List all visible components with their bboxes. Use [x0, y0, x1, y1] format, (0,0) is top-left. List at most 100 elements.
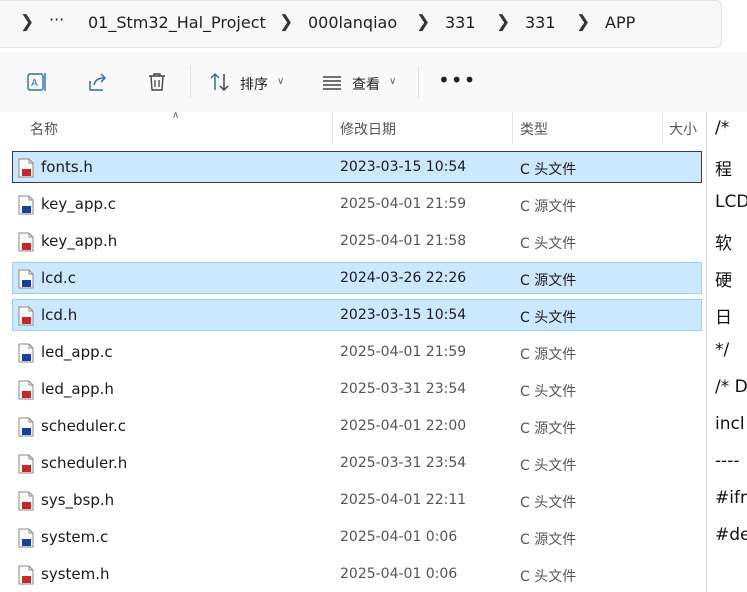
- chevron-right-icon[interactable]: ❯: [20, 12, 34, 32]
- file-row[interactable]: key_app.h 2025-04-01 21:58 C 头文件: [12, 225, 702, 257]
- c-header-file-icon: [18, 306, 34, 326]
- file-type: C 源文件: [520, 532, 577, 548]
- command-bar: A 排序 ∨ 查看 ∨ •••: [0, 52, 747, 112]
- file-name: led_app.h: [41, 380, 114, 398]
- chevron-right-icon[interactable]: ❯: [576, 12, 590, 32]
- svg-text:A: A: [31, 78, 38, 89]
- column-divider[interactable]: [662, 112, 663, 144]
- code-line: #de: [715, 525, 747, 545]
- breadcrumb-item-current[interactable]: APP: [605, 13, 635, 32]
- code-line: #ifr: [715, 488, 747, 508]
- view-icon[interactable]: [320, 70, 344, 94]
- breadcrumb-item[interactable]: 331: [525, 13, 556, 32]
- sort-button[interactable]: 排序: [240, 74, 268, 94]
- file-modified: 2025-04-01 22:11: [340, 492, 467, 508]
- file-row[interactable]: scheduler.h 2025-03-31 23:54 C 头文件: [12, 447, 702, 479]
- column-divider[interactable]: [332, 112, 333, 144]
- file-type: C 头文件: [520, 384, 577, 400]
- file-modified: 2025-03-31 23:54: [340, 381, 467, 397]
- file-name: system.c: [41, 528, 109, 546]
- file-name: lcd.h: [41, 306, 78, 324]
- chevron-right-icon[interactable]: ❯: [416, 12, 430, 32]
- file-modified: 2025-04-01 0:06: [340, 529, 458, 545]
- file-row[interactable]: system.h 2025-04-01 0:06 C 头文件: [12, 558, 702, 590]
- more-options-button[interactable]: •••: [438, 70, 476, 90]
- file-name: scheduler.h: [41, 454, 128, 472]
- share-icon[interactable]: [86, 70, 110, 94]
- code-line: */: [715, 340, 730, 360]
- breadcrumb-overflow[interactable]: ···: [49, 10, 64, 29]
- file-modified: 2023-03-15 10:54: [340, 307, 467, 323]
- breadcrumb-item[interactable]: 331: [445, 13, 476, 32]
- column-size[interactable]: 大小: [669, 119, 697, 139]
- c-header-file-icon: [18, 232, 34, 252]
- file-type: C 头文件: [520, 569, 577, 585]
- breadcrumb-item[interactable]: 01_Stm32_Hal_Project: [88, 13, 266, 32]
- toolbar-divider: [418, 66, 419, 98]
- file-row[interactable]: led_app.h 2025-03-31 23:54 C 头文件: [12, 373, 702, 405]
- text-preview-pane[interactable]: /* 程 LCD 软 硬 日 */ /* D incl ---- #ifr #de: [706, 112, 747, 592]
- code-line: 硬: [715, 271, 732, 291]
- c-header-file-icon: [18, 380, 34, 400]
- breadcrumb-item[interactable]: 000lanqiao: [308, 13, 397, 32]
- address-bar[interactable]: ❯ ··· 01_Stm32_Hal_Project ❯ 000lanqiao …: [0, 0, 722, 48]
- c-source-file-icon: [18, 528, 34, 548]
- file-name: fonts.h: [41, 158, 93, 176]
- file-row[interactable]: fonts.h 2023-03-15 10:54 C 头文件: [12, 151, 702, 183]
- file-name: led_app.c: [41, 343, 113, 361]
- file-row[interactable]: lcd.h 2023-03-15 10:54 C 头文件: [12, 299, 702, 331]
- c-source-file-icon: [18, 417, 34, 437]
- file-type: C 源文件: [520, 421, 577, 437]
- file-name: lcd.c: [41, 269, 76, 287]
- file-name: scheduler.c: [41, 417, 127, 435]
- file-row[interactable]: system.c 2025-04-01 0:06 C 源文件: [12, 521, 702, 553]
- code-line: ----: [715, 451, 740, 471]
- toolbar-divider: [190, 66, 191, 98]
- chevron-down-icon[interactable]: ∨: [277, 76, 284, 87]
- file-modified: 2023-03-15 10:54: [340, 159, 467, 175]
- file-type: C 头文件: [520, 236, 577, 252]
- delete-icon[interactable]: [145, 70, 169, 94]
- sort-icon[interactable]: [208, 70, 232, 94]
- column-divider[interactable]: [512, 112, 513, 144]
- c-source-file-icon: [18, 343, 34, 363]
- column-type[interactable]: 类型: [520, 119, 548, 139]
- file-modified: 2025-04-01 21:59: [340, 196, 467, 212]
- file-type: C 头文件: [520, 495, 577, 511]
- column-name[interactable]: 名称: [30, 119, 58, 139]
- c-source-file-icon: [18, 195, 34, 215]
- file-modified: 2025-03-31 23:54: [340, 455, 467, 471]
- file-row[interactable]: sys_bsp.h 2025-04-01 22:11 C 头文件: [12, 484, 702, 516]
- c-source-file-icon: [18, 269, 34, 289]
- code-line: /* D: [715, 377, 747, 397]
- column-modified[interactable]: 修改日期: [340, 119, 396, 139]
- chevron-right-icon[interactable]: ❯: [496, 12, 510, 32]
- file-name: key_app.c: [41, 195, 117, 213]
- code-line: 软: [715, 234, 732, 254]
- column-header: ∧ 名称 修改日期 类型 大小: [0, 110, 706, 144]
- sort-ascending-icon: ∧: [172, 110, 180, 121]
- c-header-file-icon: [18, 491, 34, 511]
- file-type: C 头文件: [520, 162, 577, 178]
- chevron-right-icon[interactable]: ❯: [279, 12, 293, 32]
- file-row[interactable]: scheduler.c 2025-04-01 22:00 C 源文件: [12, 410, 702, 442]
- view-button[interactable]: 查看: [352, 74, 380, 94]
- code-line: /*: [715, 118, 730, 138]
- file-row[interactable]: key_app.c 2025-04-01 21:59 C 源文件: [12, 188, 702, 220]
- file-name: sys_bsp.h: [41, 491, 115, 509]
- file-row[interactable]: lcd.c 2024-03-26 22:26 C 源文件: [12, 262, 702, 294]
- file-type: C 头文件: [520, 310, 577, 326]
- file-modified: 2024-03-26 22:26: [340, 270, 467, 286]
- file-name: key_app.h: [41, 232, 118, 250]
- code-line: 程: [715, 160, 732, 180]
- code-line: incl: [715, 414, 745, 434]
- file-modified: 2025-04-01 22:00: [340, 418, 467, 434]
- file-modified: 2025-04-01 0:06: [340, 566, 458, 582]
- file-row[interactable]: led_app.c 2025-04-01 21:59 C 源文件: [12, 336, 702, 368]
- rename-icon[interactable]: A: [25, 70, 49, 94]
- c-header-file-icon: [18, 565, 34, 585]
- file-type: C 源文件: [520, 347, 577, 363]
- file-name: system.h: [41, 565, 110, 583]
- chevron-down-icon[interactable]: ∨: [389, 76, 396, 87]
- code-line: 日: [715, 308, 732, 328]
